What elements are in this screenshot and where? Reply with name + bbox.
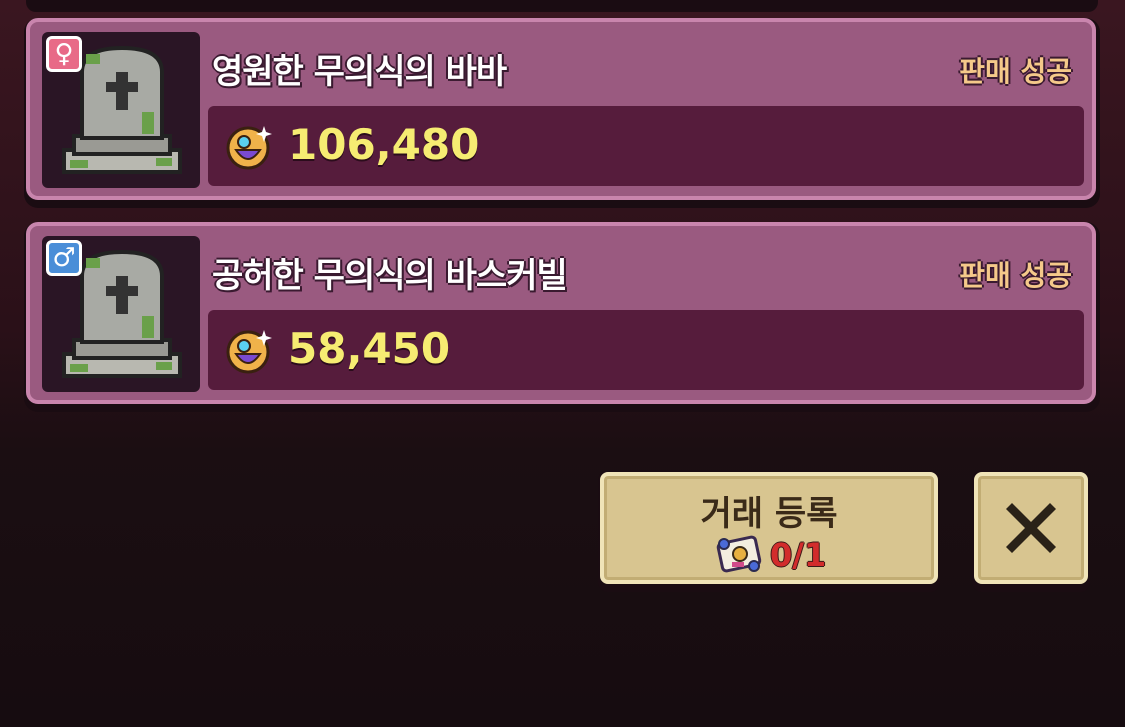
pet-thumbnail: ♀ (42, 32, 200, 188)
close-icon (978, 476, 1084, 580)
sale-status: 판매 성공 (959, 259, 1072, 292)
register-trade-button-face: 거래 등록 0/1 (600, 472, 938, 584)
price-box: 106,480 (208, 106, 1084, 186)
pet-name: 공허한 무의식의 바스커빌 (212, 256, 568, 296)
trade-ticket-icon (716, 535, 762, 573)
previous-card-edge (26, 0, 1098, 12)
close-button-face (974, 472, 1088, 584)
price-box: 58,450 (208, 310, 1084, 390)
listing-card[interactable]: ♂ 공허한 무의식의 바스커빌 판매 성공 58,450 (24, 222, 1100, 412)
register-trade-button[interactable]: 거래 등록 0/1 (598, 470, 940, 592)
listing-card[interactable]: ♀ 영원한 무의식의 바바 판매 성공 106,480 (24, 18, 1100, 208)
gem-coin-icon (226, 330, 272, 374)
listing-card-body: ♂ 공허한 무의식의 바스커빌 판매 성공 58,450 (26, 222, 1096, 404)
close-button[interactable] (972, 470, 1090, 592)
price-value: 106,480 (288, 120, 480, 169)
gem-coin-icon (226, 126, 272, 170)
pet-name: 영원한 무의식의 바바 (212, 52, 507, 92)
listing-card-body: ♀ 영원한 무의식의 바바 판매 성공 106,480 (26, 18, 1096, 200)
female-icon: ♀ (46, 36, 82, 72)
sale-status: 판매 성공 (959, 55, 1072, 88)
pet-thumbnail: ♂ (42, 236, 200, 392)
price-value: 58,450 (288, 324, 451, 373)
male-icon: ♂ (46, 240, 82, 276)
register-trade-label: 거래 등록 (700, 494, 838, 534)
register-count: 0/1 (770, 536, 827, 574)
